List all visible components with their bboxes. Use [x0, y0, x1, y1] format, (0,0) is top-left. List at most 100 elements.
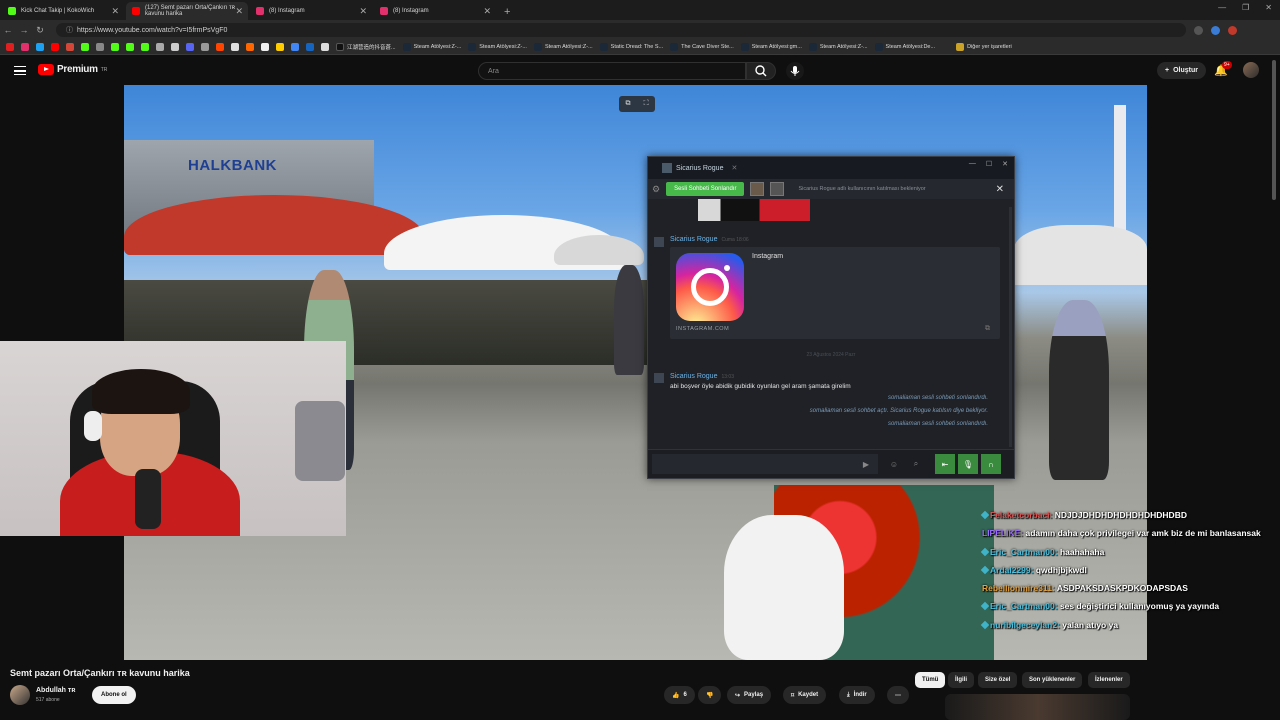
chip-all[interactable]: Tümü	[915, 672, 946, 688]
bookmark-item[interactable]: Steam Atölyesi:Z-...	[468, 43, 527, 51]
chip-watched[interactable]: İzlenenler	[1088, 672, 1130, 688]
tab-title: (8) Instagram	[269, 8, 305, 14]
more-actions-button[interactable]: ⋯	[887, 686, 909, 704]
bookmark-item[interactable]: Steam Atölyesi:gm...	[740, 43, 802, 51]
copy-link-icon[interactable]: ⧉	[985, 325, 990, 333]
bookmark-item[interactable]: Steam Atölyesi:Z-...	[533, 43, 593, 51]
channel-name[interactable]: Abdullah ᴛʀ	[36, 687, 75, 694]
bookmark-item[interactable]: Steam Atölyesi:Z-...	[808, 43, 868, 51]
picture-in-picture-icon[interactable]: ⧉	[626, 100, 631, 108]
bookmark-icon[interactable]	[246, 43, 254, 51]
maximize-icon[interactable]: ☐	[986, 160, 992, 168]
search-input[interactable]: Ara	[478, 62, 746, 80]
account-avatar[interactable]	[1243, 62, 1259, 78]
minimize-icon[interactable]: —	[969, 160, 976, 168]
chat-text-input[interactable]	[652, 454, 878, 474]
new-tab-button[interactable]: +	[504, 6, 510, 18]
message-sender[interactable]: Sicarius Rogue 13:03	[670, 373, 734, 380]
bookmark-icon[interactable]	[201, 43, 209, 51]
bookmark-item[interactable]: Steam Atölyesi:Z-...	[402, 43, 461, 51]
bookmark-icon[interactable]	[321, 43, 329, 51]
bookmark-icon[interactable]	[156, 43, 164, 51]
send-icon[interactable]: ▶	[856, 454, 876, 474]
gear-icon[interactable]: ⚙	[652, 184, 660, 195]
restore-icon[interactable]: ❐	[1242, 3, 1249, 12]
headphones-icon[interactable]: ∩	[981, 454, 1001, 474]
emoji-icon[interactable]: ☺	[884, 454, 904, 474]
dislike-button[interactable]: 👎	[698, 686, 722, 704]
tab-close-icon[interactable]: ✕	[111, 6, 119, 17]
fullscreen-icon[interactable]: ⛶	[644, 100, 649, 108]
shared-image[interactable]	[698, 199, 810, 221]
close-icon[interactable]: ✕	[996, 184, 1004, 195]
reload-icon[interactable]: ↻	[32, 25, 48, 36]
end-voice-chat-button[interactable]: Sesli Sohbeti Sonlandır	[666, 182, 745, 196]
message-sender[interactable]: Sicarius Rogue Cuma 18:06	[670, 236, 749, 243]
tab-close-icon[interactable]: ✕	[235, 6, 243, 17]
bookmark-icon[interactable]	[111, 43, 119, 51]
page-scrollbar[interactable]	[1272, 60, 1276, 200]
chip-recent[interactable]: Son yüklenenler	[1022, 672, 1083, 688]
minimize-icon[interactable]: —	[1218, 3, 1226, 12]
bookmark-icon[interactable]	[306, 43, 314, 51]
youtube-logo[interactable]: Premium TR	[38, 64, 107, 75]
close-icon[interactable]: ✕	[1002, 160, 1008, 168]
bookmark-icon[interactable]	[291, 43, 299, 51]
steam-icon	[533, 43, 542, 51]
bookmark-icon[interactable]	[126, 43, 134, 51]
chip-related[interactable]: İlgili	[948, 672, 974, 688]
browser-tab-instagram[interactable]: (8) Instagram ✕	[250, 2, 372, 20]
search-button[interactable]	[746, 62, 776, 80]
recommended-video-thumbnail[interactable]	[945, 694, 1130, 720]
hamburger-menu-icon[interactable]	[14, 66, 26, 75]
microphone-icon[interactable]: 🎙	[958, 454, 978, 474]
bookmark-icon[interactable]	[6, 43, 14, 51]
bookmark-icon[interactable]	[261, 43, 269, 51]
link-preview-card[interactable]: Instagram INSTAGRAM.COM ⧉	[670, 247, 1000, 339]
save-button[interactable]: ⌑ Kaydet	[783, 686, 827, 704]
bookmark-icon[interactable]	[51, 43, 59, 51]
share-button[interactable]: ↪ Paylaş	[727, 686, 772, 704]
chip-for-you[interactable]: Size özel	[978, 672, 1018, 688]
attachment-icon[interactable]: ⌕	[906, 454, 926, 474]
tab-close-icon[interactable]: ✕	[359, 6, 367, 17]
steam-chat-titlebar[interactable]: Sicarius Rogue ✕ — ☐ ✕	[648, 157, 1014, 179]
other-bookmarks[interactable]: Diğer yer işaretleri	[956, 43, 1012, 51]
bookmark-icon[interactable]	[36, 43, 44, 51]
close-window-icon[interactable]: ✕	[1265, 3, 1272, 12]
back-icon[interactable]: ←	[0, 25, 16, 35]
bookmark-item[interactable]: Static Dread: The S...	[599, 43, 663, 51]
create-button[interactable]: + Oluştur	[1157, 62, 1206, 79]
bookmark-icon[interactable]	[81, 43, 89, 51]
profile-icon[interactable]	[1228, 25, 1237, 35]
bookmark-icon[interactable]	[171, 43, 179, 51]
site-info-icon[interactable]: ⓘ	[66, 25, 73, 35]
browser-tab-kick[interactable]: Kick Chat Takip | KokoWich ✕	[2, 2, 124, 20]
bookmark-icon[interactable]	[21, 43, 29, 51]
bookmark-icon[interactable]	[276, 43, 284, 51]
bookmark-item[interactable]: Steam Atölyesi:De...	[874, 43, 935, 51]
extension-icon[interactable]	[1211, 25, 1220, 35]
bookmark-icon[interactable]	[141, 43, 149, 51]
bookmark-icon[interactable]	[186, 43, 194, 51]
leave-voice-icon[interactable]: ⇤	[935, 454, 955, 474]
subscribe-button[interactable]: Abone ol	[92, 686, 136, 704]
bookmark-icon[interactable]	[231, 43, 239, 51]
bookmark-icon[interactable]	[66, 43, 74, 51]
chat-scrollbar[interactable]	[1009, 207, 1012, 447]
bookmark-icon[interactable]	[216, 43, 224, 51]
forward-icon[interactable]: →	[16, 25, 32, 35]
bookmark-icon[interactable]	[96, 43, 104, 51]
url-bar[interactable]: ⓘ https://www.youtube.com/watch?v=I5frmP…	[56, 23, 1186, 37]
tab-close-icon[interactable]: ✕	[483, 6, 491, 17]
extension-icon[interactable]	[1194, 25, 1203, 35]
tab-close-icon[interactable]: ✕	[731, 164, 737, 172]
download-button[interactable]: ⤓ İndir	[839, 686, 875, 704]
browser-tab-instagram-2[interactable]: (8) Instagram ✕	[374, 2, 496, 20]
like-button[interactable]: 👍 6	[664, 686, 695, 704]
bookmark-item[interactable]: The Cave Diver Ste...	[670, 43, 734, 51]
browser-tab-youtube[interactable]: (127) Semt pazarı Orta/Çankırı ᴛʀ kavunu…	[126, 2, 248, 20]
channel-avatar[interactable]	[10, 685, 30, 705]
bookmark-item[interactable]: 江湖营造的抖音蒼...	[336, 43, 396, 51]
voice-search-button[interactable]	[786, 62, 804, 80]
